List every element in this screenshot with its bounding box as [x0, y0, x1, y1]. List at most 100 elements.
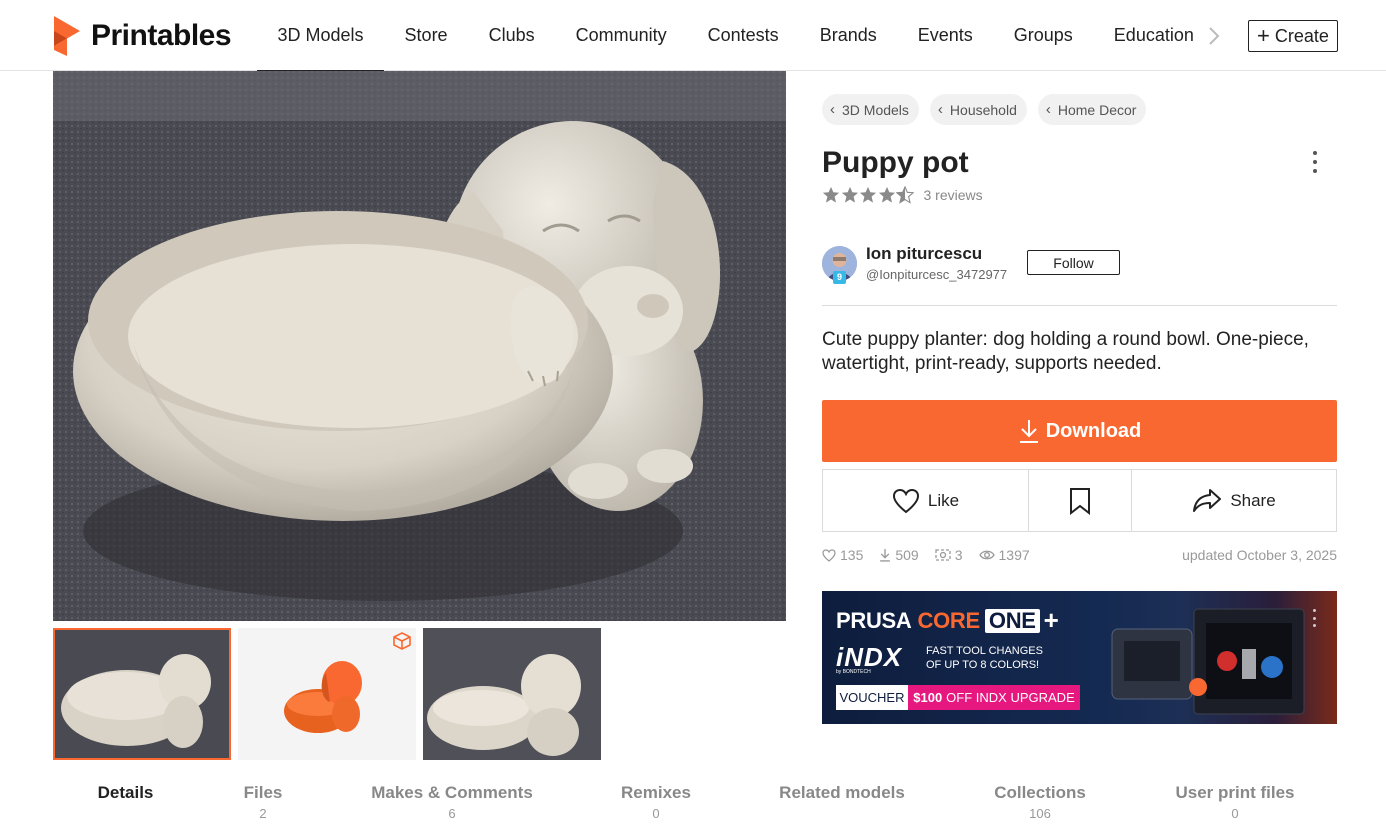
- breadcrumb-label: 3D Models: [842, 101, 909, 118]
- download-button[interactable]: Download: [822, 400, 1337, 462]
- ad-options-icon[interactable]: [1313, 609, 1317, 627]
- tab-count: 2: [259, 806, 267, 821]
- 3d-cube-icon: [393, 632, 411, 650]
- tab-label: Collections: [994, 783, 1086, 802]
- ad-brand-plus: +: [1043, 605, 1059, 635]
- share-button[interactable]: Share: [1132, 470, 1336, 531]
- printables-logo-icon: [54, 16, 80, 56]
- more-options-icon[interactable]: [1305, 148, 1325, 176]
- tab-count: 0: [1231, 806, 1239, 821]
- ad-offer-amount: $100: [913, 690, 943, 705]
- ad-tagline-1: FAST TOOL CHANGES: [926, 645, 1043, 657]
- star-icon: [841, 186, 858, 203]
- tab-details[interactable]: Details: [53, 783, 198, 833]
- nav-clubs[interactable]: Clubs: [468, 0, 555, 71]
- heart-icon: [822, 548, 836, 562]
- tab-makes-comments[interactable]: Makes & Comments 6: [328, 783, 576, 833]
- tab-label: Files: [243, 783, 283, 802]
- printables-logo[interactable]: Printables: [52, 16, 232, 56]
- likes-count: 135: [840, 547, 864, 563]
- like-label: Like: [927, 490, 960, 510]
- star-rating: [822, 186, 915, 204]
- chevron-left-icon: ‹: [830, 101, 835, 118]
- ad-indx-text: iNDX: [836, 642, 903, 672]
- ad-brand-one: ONE: [984, 608, 1040, 633]
- ad-offer-text: OFF INDX UPGRADE: [946, 690, 1075, 705]
- nav-3d-models[interactable]: 3D Models: [257, 0, 385, 72]
- ad-voucher-label: VOUCHER: [836, 685, 908, 710]
- rating[interactable]: 3 reviews: [822, 186, 983, 204]
- author-name[interactable]: Ion piturcescu: [866, 244, 1007, 264]
- divider: [822, 305, 1337, 306]
- views-stat: 1397: [978, 547, 1030, 563]
- breadcrumb-home-decor[interactable]: ‹ Home Decor: [1037, 94, 1147, 125]
- star-icon: [859, 186, 877, 203]
- nav-education[interactable]: Education: [1093, 0, 1214, 71]
- download-icon: [1019, 420, 1038, 443]
- thumbnail-3d-render: [284, 661, 362, 733]
- nav-events[interactable]: Events: [897, 0, 993, 71]
- breadcrumb: ‹ 3D Models ‹ Household ‹ Home Decor: [822, 94, 1157, 125]
- plus-icon: +: [1257, 23, 1270, 48]
- thumbnail-1[interactable]: [53, 628, 231, 760]
- main-model-image[interactable]: [53, 71, 786, 621]
- likes-stat: 135: [822, 547, 863, 563]
- model-summary: Cute puppy planter: dog holding a round …: [822, 329, 1309, 374]
- puppy-pot-photo: [53, 71, 786, 621]
- like-button[interactable]: Like: [823, 470, 1029, 531]
- advertisement-banner[interactable]: PRUSA CORE ONE + iNDX by BONDTECH FAST T…: [822, 591, 1337, 724]
- tab-files[interactable]: Files 2: [198, 783, 328, 833]
- share-icon: [1193, 488, 1222, 512]
- downloads-stat: 509: [879, 547, 919, 563]
- nav-contests[interactable]: Contests: [687, 0, 799, 71]
- bookmark-icon: [1070, 487, 1090, 515]
- chevron-right-icon[interactable]: [1205, 24, 1223, 48]
- tab-label: Related models: [779, 783, 905, 802]
- nav-groups[interactable]: Groups: [993, 0, 1093, 71]
- tab-count: 106: [1029, 806, 1051, 821]
- breadcrumb-household[interactable]: ‹ Household: [929, 94, 1027, 125]
- star-icon: [822, 186, 840, 203]
- ad-brand-prusa: PRUSA: [836, 607, 912, 633]
- nav-store[interactable]: Store: [384, 0, 468, 71]
- tab-label: Details: [97, 783, 154, 802]
- avatar[interactable]: 9: [822, 245, 857, 284]
- detail-tabs: Details Files 2 Makes & Comments 6 Remix…: [53, 783, 1338, 833]
- tab-related-models[interactable]: Related models: [736, 783, 948, 833]
- bookmark-button[interactable]: [1029, 470, 1132, 531]
- nav-community[interactable]: Community: [555, 0, 687, 71]
- tab-user-print-files[interactable]: User print files 0: [1132, 783, 1338, 833]
- heart-icon: [892, 488, 919, 513]
- nav-brands[interactable]: Brands: [799, 0, 897, 71]
- tab-collections[interactable]: Collections 106: [948, 783, 1132, 833]
- breadcrumb-label: Home Decor: [1057, 101, 1137, 118]
- model-stats: 135 509 3 1397 updated October 3, 2025: [822, 546, 1337, 564]
- tab-label: Makes & Comments: [371, 783, 533, 802]
- makes-stat: 3: [935, 547, 963, 563]
- ad-indx-logo: iNDX by BONDTECH: [836, 642, 902, 675]
- review-count[interactable]: 3 reviews: [924, 187, 983, 203]
- model-title: Puppy pot: [822, 146, 969, 179]
- action-bar: Like Share: [822, 469, 1337, 532]
- author-block: 9 Ion piturcescu @Ionpiturcesc_3472977: [822, 244, 1007, 284]
- follow-button[interactable]: Follow: [1027, 250, 1120, 275]
- create-label: Create: [1274, 25, 1329, 46]
- top-header: Printables 3D Models Store Clubs Communi…: [0, 0, 1386, 72]
- tab-count: 6: [448, 806, 456, 821]
- updated-date: updated October 3, 2025: [1182, 547, 1337, 563]
- makes-icon: [935, 549, 951, 561]
- download-icon: [880, 549, 891, 562]
- thumbnail-2[interactable]: [238, 628, 416, 760]
- breadcrumb-3d-models[interactable]: ‹ 3D Models: [822, 94, 919, 125]
- ad-headline: PRUSA CORE ONE +: [836, 605, 1059, 636]
- makes-count: 3: [954, 547, 963, 563]
- thumbnail-photo-1: [55, 630, 229, 758]
- downloads-count: 509: [895, 547, 919, 563]
- eye-icon: [978, 550, 995, 560]
- create-button[interactable]: + Create: [1248, 20, 1338, 52]
- star-half-icon: [896, 186, 914, 204]
- tab-remixes[interactable]: Remixes 0: [576, 783, 736, 833]
- main-nav: 3D Models Store Clubs Community Contests…: [257, 0, 1214, 72]
- chevron-left-icon: ‹: [937, 101, 943, 118]
- thumbnail-3[interactable]: [423, 628, 601, 760]
